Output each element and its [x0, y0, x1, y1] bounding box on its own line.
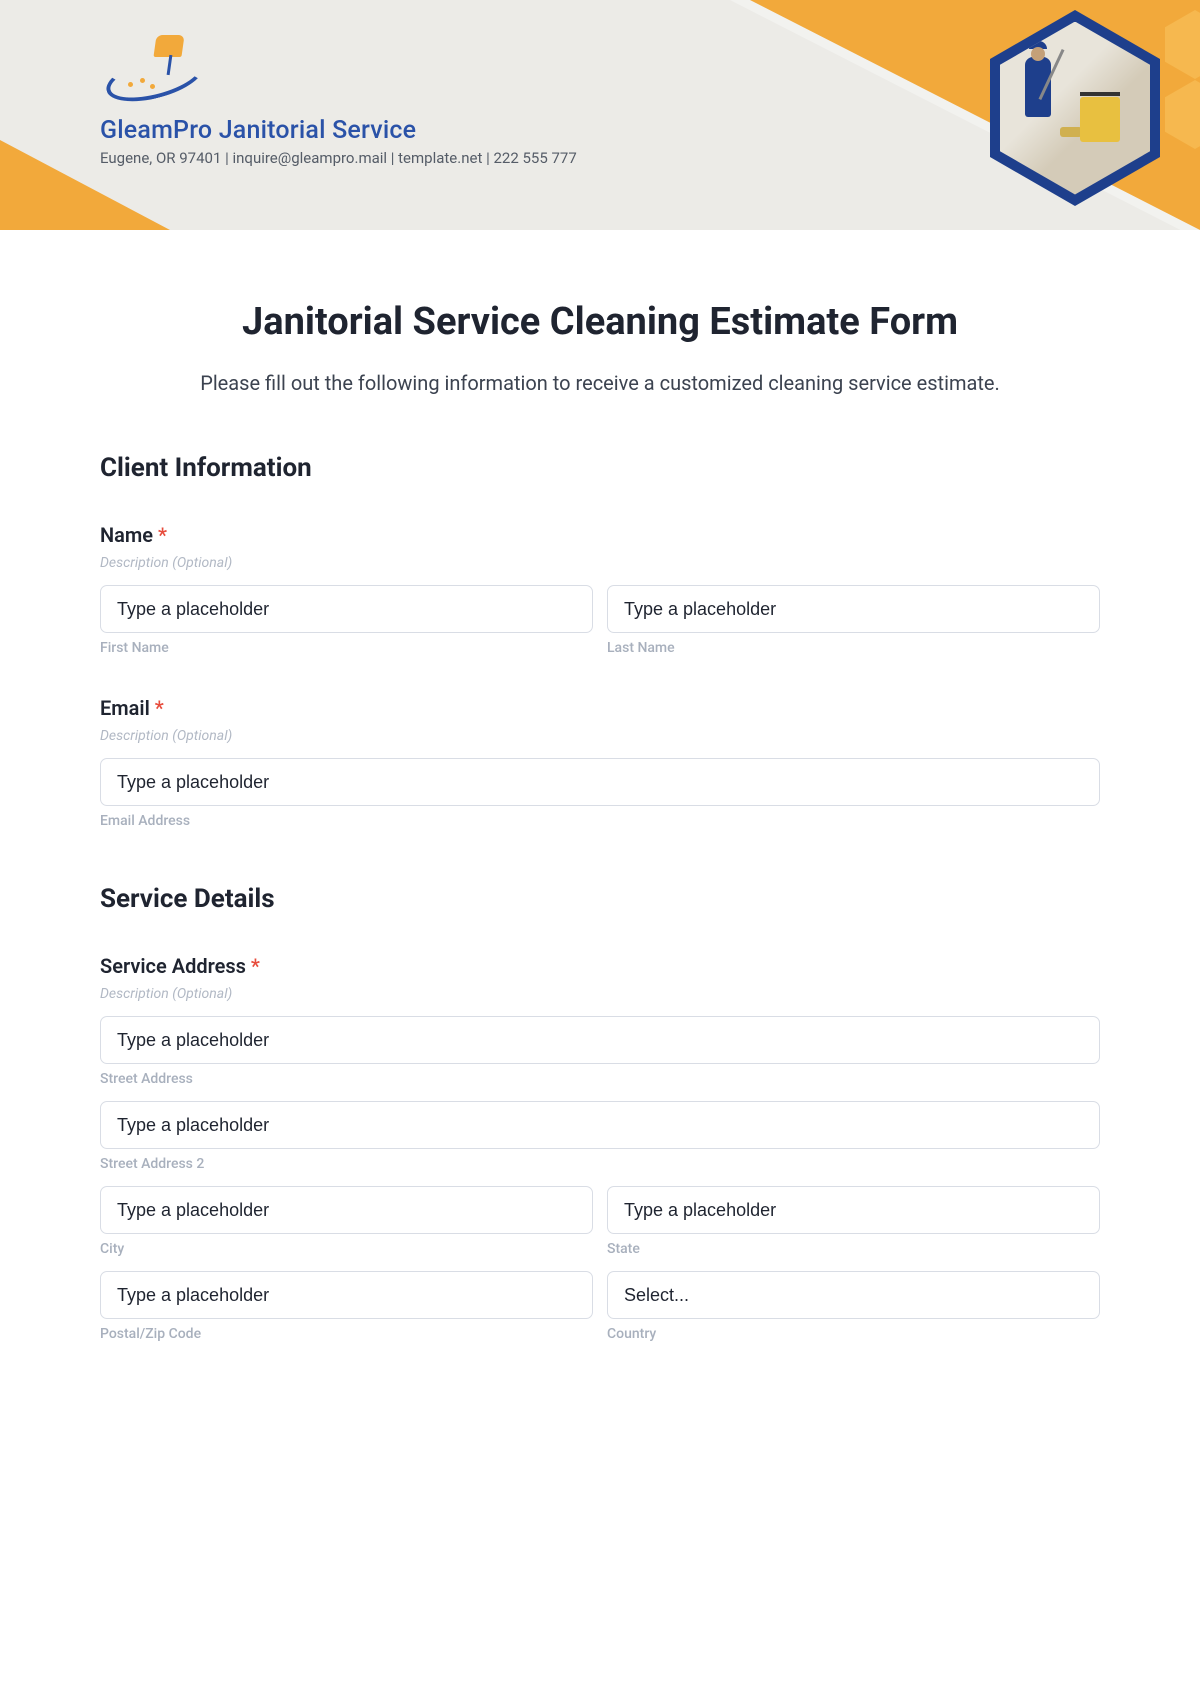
country-select[interactable] — [607, 1271, 1100, 1319]
address-label: Service Address * — [100, 954, 1100, 978]
sublabel-state: State — [607, 1241, 1100, 1257]
name-label: Name * — [100, 523, 1100, 547]
sublabel-country: Country — [607, 1326, 1100, 1342]
required-indicator: * — [158, 523, 167, 547]
required-indicator: * — [251, 954, 260, 978]
street-address-2-input[interactable] — [100, 1101, 1100, 1149]
label-text: Name — [100, 523, 153, 547]
email-input[interactable] — [100, 758, 1100, 806]
janitor-photo-icon — [1000, 22, 1150, 195]
company-logo-icon — [100, 40, 220, 110]
field-service-address: Service Address * Description (Optional)… — [100, 954, 1100, 1342]
field-description: Description (Optional) — [100, 555, 1100, 571]
section-client-info: Client Information — [100, 453, 1100, 483]
field-email: Email * Description (Optional) Email Add… — [100, 696, 1100, 829]
company-info: Eugene, OR 97401 | inquire@gleampro.mail… — [100, 149, 577, 167]
header-banner: GleamPro Janitorial Service Eugene, OR 9… — [0, 0, 1200, 230]
city-input[interactable] — [100, 1186, 593, 1234]
field-description: Description (Optional) — [100, 728, 1100, 744]
section-service-details: Service Details — [100, 884, 1100, 914]
state-input[interactable] — [607, 1186, 1100, 1234]
label-text: Email — [100, 696, 150, 720]
field-name: Name * Description (Optional) First Name… — [100, 523, 1100, 656]
street-address-input[interactable] — [100, 1016, 1100, 1064]
sublabel-street: Street Address — [100, 1071, 1100, 1087]
sublabel-last-name: Last Name — [607, 640, 1100, 656]
company-name: GleamPro Janitorial Service — [100, 116, 577, 145]
field-description: Description (Optional) — [100, 986, 1100, 1002]
email-label: Email * — [100, 696, 1100, 720]
first-name-input[interactable] — [100, 585, 593, 633]
sublabel-city: City — [100, 1241, 593, 1257]
form-title: Janitorial Service Cleaning Estimate For… — [100, 300, 1100, 344]
sublabel-postal: Postal/Zip Code — [100, 1326, 593, 1342]
form-content: Janitorial Service Cleaning Estimate For… — [0, 230, 1200, 1382]
label-text: Service Address — [100, 954, 246, 978]
logo-block: GleamPro Janitorial Service Eugene, OR 9… — [100, 40, 577, 167]
sublabel-street2: Street Address 2 — [100, 1156, 1100, 1172]
sublabel-first-name: First Name — [100, 640, 593, 656]
sublabel-email: Email Address — [100, 813, 1100, 829]
form-subtitle: Please fill out the following informatio… — [100, 368, 1100, 398]
postal-input[interactable] — [100, 1271, 593, 1319]
required-indicator: * — [155, 696, 164, 720]
last-name-input[interactable] — [607, 585, 1100, 633]
